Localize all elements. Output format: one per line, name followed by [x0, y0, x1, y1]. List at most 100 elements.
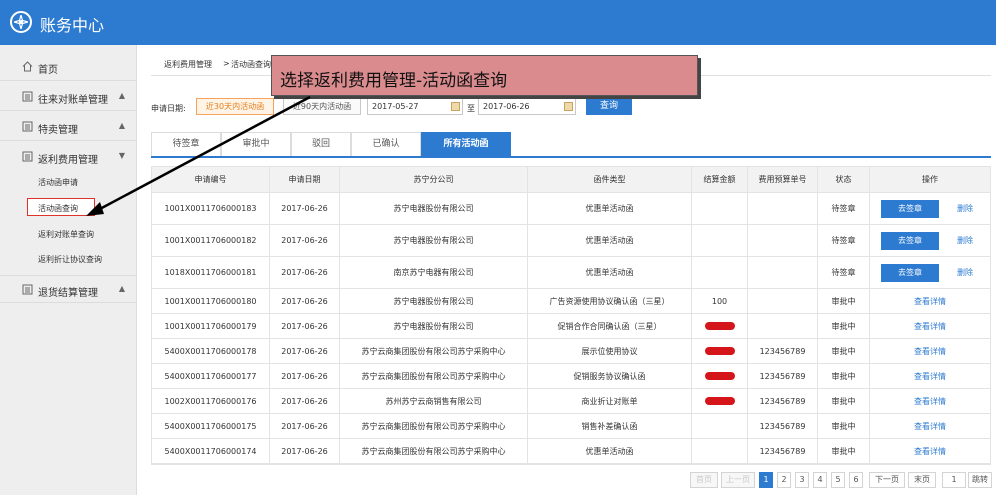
breadcrumb-item[interactable]: 返利费用管理 [164, 59, 212, 70]
chevron-up-icon: ▲ [118, 284, 125, 293]
column-header: 苏宁分公司 [340, 167, 528, 192]
tab-approving[interactable]: 审批中 [221, 132, 291, 156]
view-details-link[interactable]: 查看详情 [914, 346, 946, 357]
table-cell-date: 2017-06-26 [270, 414, 340, 438]
table-cell-id: 1002X0011706000176 [152, 389, 270, 413]
tab-all[interactable]: 所有活动函 [421, 132, 511, 156]
compass-icon [10, 11, 32, 33]
table-cell-type: 优惠单活动函 [528, 257, 692, 288]
delete-link[interactable]: 删除 [957, 267, 973, 278]
pager-page[interactable]: 4 [813, 472, 827, 488]
sign-button[interactable]: 去签章 [881, 263, 939, 282]
sign-button[interactable]: 去签章 [881, 231, 939, 250]
table-cell-op: 去签章 删除 [870, 225, 990, 256]
pager-last[interactable]: 末页 [908, 472, 936, 488]
table-row: 5400X0011706000175 2017-06-26 苏宁云商集团股份有限公司… [152, 414, 990, 439]
search-button[interactable]: 查询 [586, 97, 632, 115]
table-cell-budget: 123456789 [748, 439, 818, 463]
last-90-days-button[interactable]: 近90天内活动函 [283, 98, 361, 115]
table-cell-date: 2017-06-26 [270, 225, 340, 256]
calendar-icon[interactable] [451, 102, 460, 111]
pager-jump-button[interactable]: 跳转 [968, 472, 992, 488]
pager-next[interactable]: 下一页 [869, 472, 905, 488]
column-header: 费用预算单号 [748, 167, 818, 192]
sidebar-item-specialsale[interactable]: 特卖管理 ▲ [0, 113, 137, 141]
annotation-callout: 选择返利费用管理-活动函查询 [271, 55, 698, 96]
calendar-icon[interactable] [564, 102, 573, 111]
table-cell-budget: 123456789 [748, 364, 818, 388]
pager-prev[interactable]: 上一页 [721, 472, 755, 488]
table-cell-id: 5400X0011706000177 [152, 364, 270, 388]
pager-page[interactable]: 3 [795, 472, 809, 488]
table-cell-status: 审批中 [818, 389, 870, 413]
table-cell-budget [748, 225, 818, 256]
start-date-input[interactable]: 2017-05-27 [367, 98, 463, 115]
last-30-days-button[interactable]: 近30天内活动函 [196, 98, 274, 115]
table-row: 1018X0011706000181 2017-06-26 南京苏宁电器有限公司 优惠… [152, 257, 990, 289]
table-cell-type: 展示位使用协议 [528, 339, 692, 363]
tab-confirmed[interactable]: 已确认 [351, 132, 421, 156]
table-cell-company: 苏宁电器股份有限公司 [340, 289, 528, 313]
redaction-mark [704, 397, 735, 405]
sidebar-item-rebate[interactable]: 返利费用管理 ▼ [0, 143, 137, 171]
table-cell-company: 苏宁云商集团股份有限公司苏宁采购中心 [340, 439, 528, 463]
view-details-link[interactable]: 查看详情 [914, 421, 946, 432]
pager-page[interactable]: 2 [777, 472, 791, 488]
table-cell-status: 审批中 [818, 364, 870, 388]
table-cell-status: 待签章 [818, 257, 870, 288]
sidebar-item-returns[interactable]: 退货结算管理 ▲ [0, 275, 137, 303]
table-cell-op: 去签章 删除 [870, 257, 990, 288]
sidebar-sub-discount-agreement[interactable]: 返利折让协议查询 [38, 254, 102, 265]
view-details-link[interactable]: 查看详情 [914, 296, 946, 307]
redaction-mark [704, 347, 735, 355]
start-date-value: 2017-05-27 [372, 102, 419, 111]
sidebar-item-statements[interactable]: 往来对账单管理 ▲ [0, 83, 137, 111]
table-cell-budget [748, 289, 818, 313]
table-cell-op: 查看详情 [870, 314, 990, 338]
table-cell-status: 审批中 [818, 289, 870, 313]
pager-page[interactable]: 5 [831, 472, 845, 488]
sign-button[interactable]: 去签章 [881, 199, 939, 218]
table-cell-date: 2017-06-26 [270, 389, 340, 413]
table-cell-amount [692, 414, 748, 438]
pager-page[interactable]: 1 [759, 472, 773, 488]
table-cell-id: 5400X0011706000175 [152, 414, 270, 438]
table-cell-id: 1001X0011706000182 [152, 225, 270, 256]
sidebar-item-label: 返利费用管理 [38, 155, 98, 166]
table-row: 1001X0011706000183 2017-06-26 苏宁电器股份有限公司 优惠… [152, 193, 990, 225]
tab-pending-sign[interactable]: 待签章 [151, 132, 221, 156]
end-date-input[interactable]: 2017-06-26 [478, 98, 576, 115]
delete-link[interactable]: 删除 [957, 203, 973, 214]
view-details-link[interactable]: 查看详情 [914, 396, 946, 407]
view-details-link[interactable]: 查看详情 [914, 446, 946, 457]
table-cell-date: 2017-06-26 [270, 193, 340, 224]
table-cell-amount [692, 193, 748, 224]
table-row: 1001X0011706000179 2017-06-26 苏宁电器股份有限公司 促销… [152, 314, 990, 339]
pager-jump-input[interactable]: 1 [942, 472, 966, 488]
sidebar-sub-query[interactable]: 活动函查询 [38, 203, 78, 214]
table-cell-type: 商业折让对账单 [528, 389, 692, 413]
tab-rejected[interactable]: 驳回 [291, 132, 351, 156]
table-cell-type: 广告资源使用协议确认函（三星） [528, 289, 692, 313]
table-cell-amount [692, 364, 748, 388]
table-cell-id: 5400X0011706000178 [152, 339, 270, 363]
pager-first[interactable]: 首页 [690, 472, 718, 488]
view-details-link[interactable]: 查看详情 [914, 371, 946, 382]
table-cell-type: 促销合作合同确认函（三星） [528, 314, 692, 338]
table-cell-status: 审批中 [818, 339, 870, 363]
column-header: 操作 [922, 175, 938, 184]
table-row: 1002X0011706000176 2017-06-26 苏州苏宁云商销售有限公司… [152, 389, 990, 414]
app-title: 账务中心 [40, 16, 105, 35]
table-cell-company: 苏宁云商集团股份有限公司苏宁采购中心 [340, 364, 528, 388]
table-cell-type: 优惠单活动函 [528, 225, 692, 256]
pager-page[interactable]: 6 [849, 472, 863, 488]
table-cell-type: 优惠单活动函 [528, 439, 692, 463]
delete-link[interactable]: 删除 [957, 235, 973, 246]
sidebar-item-label: 退货结算管理 [38, 288, 98, 299]
sidebar-sub-rebate-statement[interactable]: 返利对账单查询 [38, 229, 94, 240]
column-header: 状态 [818, 167, 870, 192]
home-icon [22, 61, 33, 72]
sidebar-item-home[interactable]: 首页 [0, 53, 137, 81]
sidebar-sub-apply[interactable]: 活动函申请 [38, 177, 78, 188]
view-details-link[interactable]: 查看详情 [914, 321, 946, 332]
